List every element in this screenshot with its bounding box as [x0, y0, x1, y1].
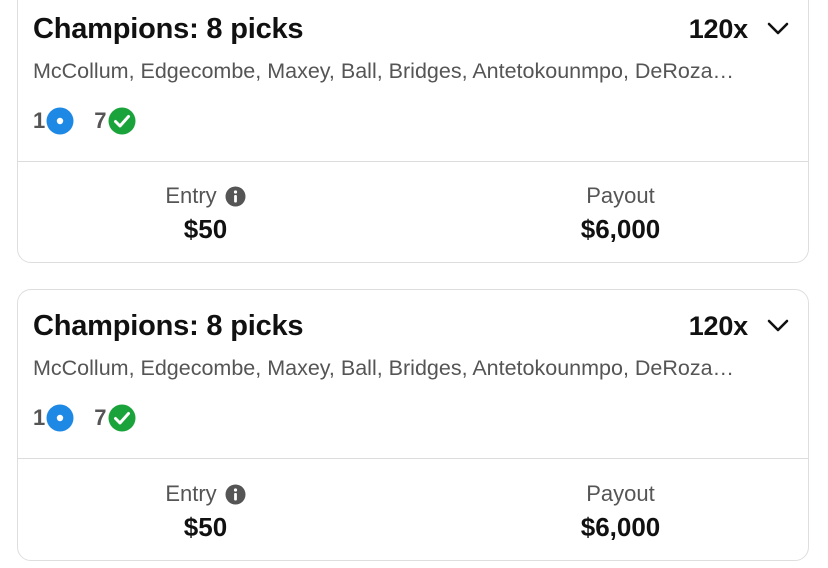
- payout-label-row: Payout: [586, 479, 655, 509]
- entry-card[interactable]: Champions: 8 picks 120x McCollum, Edgeco…: [17, 289, 809, 561]
- check-circle-icon: [108, 404, 136, 432]
- entry-column: Entry $50: [0, 181, 413, 245]
- entry-amount: $50: [183, 512, 228, 542]
- card-header: Champions: 8 picks 120x: [33, 11, 790, 47]
- payout-column: Payout $6,000: [413, 479, 828, 543]
- player-list: McCollum, Edgecombe, Maxey, Ball, Bridge…: [33, 356, 735, 380]
- entry-label-row: Entry: [165, 479, 246, 509]
- pending-count: 1: [33, 108, 46, 133]
- entry-footer: Entry $50 Payout $6,000: [18, 181, 808, 245]
- entry-title: Champions: 8 picks: [33, 12, 304, 45]
- chevron-down-icon[interactable]: [766, 314, 790, 338]
- entry-amount: $50: [183, 214, 228, 244]
- pending-picks: 1: [33, 107, 74, 135]
- payout-column: Payout $6,000: [413, 181, 828, 245]
- entry-card[interactable]: Champions: 8 picks 120x McCollum, Edgeco…: [17, 0, 809, 263]
- won-picks: 7: [94, 404, 135, 432]
- payout-amount: $6,000: [580, 214, 661, 244]
- header-right: 120x: [689, 14, 790, 45]
- card-header: Champions: 8 picks 120x: [33, 308, 790, 344]
- entry-label-row: Entry: [165, 181, 246, 211]
- pending-dot-icon: [46, 404, 74, 432]
- pending-picks: 1: [33, 404, 74, 432]
- won-picks: 7: [94, 107, 135, 135]
- payout-multiplier: 120x: [688, 310, 748, 341]
- pick-status-row: 1 7: [33, 106, 156, 136]
- info-icon[interactable]: [225, 186, 246, 207]
- payout-label: Payout: [586, 481, 655, 506]
- payout-amount: $6,000: [580, 512, 661, 542]
- chevron-down-icon[interactable]: [766, 17, 790, 41]
- entry-column: Entry $50: [0, 479, 413, 543]
- entry-title: Champions: 8 picks: [33, 309, 304, 342]
- divider: [18, 458, 808, 459]
- entry-label: Entry: [165, 183, 217, 208]
- pending-dot-icon: [46, 107, 74, 135]
- check-circle-icon: [108, 107, 136, 135]
- pending-count: 1: [33, 405, 46, 430]
- won-count: 7: [94, 405, 107, 430]
- payout-label-row: Payout: [586, 181, 655, 211]
- player-list: McCollum, Edgecombe, Maxey, Ball, Bridge…: [33, 59, 735, 83]
- entry-label: Entry: [165, 481, 217, 506]
- payout-label: Payout: [586, 183, 655, 208]
- entry-footer: Entry $50 Payout $6,000: [18, 479, 808, 543]
- header-right: 120x: [689, 311, 790, 342]
- divider: [18, 161, 808, 162]
- info-icon[interactable]: [225, 484, 246, 505]
- won-count: 7: [94, 108, 107, 133]
- pick-status-row: 1 7: [33, 403, 156, 433]
- payout-multiplier: 120x: [688, 13, 748, 44]
